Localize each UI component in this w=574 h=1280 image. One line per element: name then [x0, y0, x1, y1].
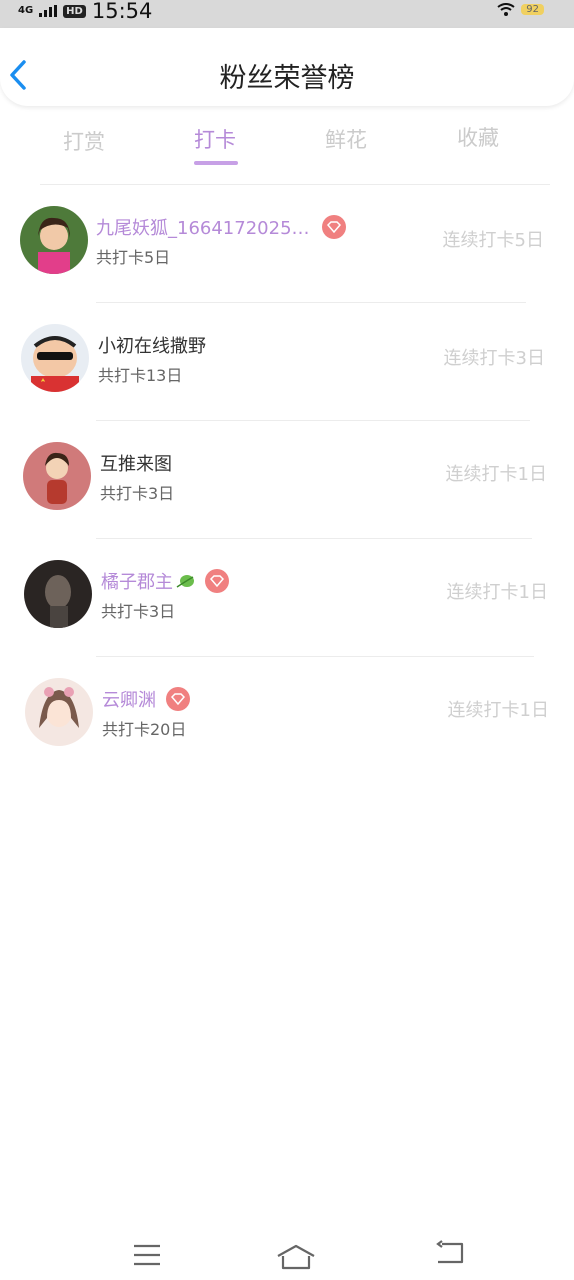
status-right: 92	[497, 0, 544, 22]
diamond-icon	[321, 215, 346, 239]
streak-checkins: 连续打卡1日	[447, 700, 549, 721]
avatar[interactable]	[23, 442, 91, 510]
avatar[interactable]	[24, 560, 92, 628]
back-icon[interactable]	[434, 1240, 466, 1266]
avatar[interactable]	[25, 678, 93, 746]
diamond-icon	[166, 687, 190, 711]
wifi-icon	[497, 2, 515, 16]
menu-icon[interactable]	[132, 1242, 162, 1268]
tab-active-underline	[194, 161, 238, 165]
fan-name[interactable]: 橘子郡主	[101, 568, 229, 594]
list-item[interactable]: 互推来图 共打卡3日 连续打卡1日	[0, 422, 574, 538]
list-item[interactable]: 云卿渊 共打卡20日 连续打卡1日	[0, 658, 574, 774]
tab-flowers[interactable]: 鲜花	[301, 124, 391, 154]
battery-indicator: 92	[521, 3, 544, 15]
divider	[96, 656, 534, 657]
clock: 15:54	[91, 0, 153, 23]
fan-name-text: 互推来图	[100, 454, 172, 475]
list-item[interactable]: 小初在线撒野 共打卡13日 连续打卡3日	[0, 304, 574, 420]
streak-checkins: 连续打卡1日	[445, 464, 547, 485]
avatar[interactable]	[21, 324, 89, 392]
header: 粉丝荣誉榜	[0, 28, 574, 106]
network-indicator: 4G	[18, 5, 34, 16]
list-item[interactable]: 橘子郡主 共打卡3日 连续打卡1日	[0, 540, 574, 656]
fan-name-text: 九尾妖狐_1664172025…	[96, 218, 310, 239]
page-title: 粉丝荣誉榜	[219, 63, 355, 94]
divider	[40, 184, 550, 185]
streak-checkins: 连续打卡1日	[446, 582, 548, 603]
fan-name-text: 橘子郡主	[101, 572, 173, 593]
fan-name-text: 小初在线撒野	[98, 336, 206, 357]
avatar[interactable]	[20, 206, 88, 274]
status-left: 4G HD 15:54	[18, 0, 152, 26]
divider	[96, 538, 532, 539]
diamond-icon	[205, 569, 229, 593]
system-nav-bar	[0, 1238, 574, 1280]
fan-name[interactable]: 九尾妖狐_1664172025…	[96, 214, 346, 240]
divider	[96, 420, 530, 421]
total-checkins: 共打卡3日	[101, 602, 176, 621]
total-checkins: 共打卡3日	[100, 484, 175, 503]
fan-name[interactable]: 云卿渊	[102, 686, 190, 712]
tab-reward[interactable]: 打赏	[39, 126, 129, 156]
fan-name[interactable]: 互推来图	[100, 450, 172, 476]
hd-badge: HD	[63, 4, 86, 18]
total-checkins: 共打卡5日	[96, 248, 171, 267]
divider	[96, 302, 526, 303]
leaf-icon	[176, 575, 194, 588]
streak-checkins: 连续打卡5日	[442, 230, 544, 251]
list-item[interactable]: 九尾妖狐_1664172025… 共打卡5日 连续打卡5日	[0, 186, 574, 302]
tab-favorites[interactable]: 收藏	[433, 122, 523, 152]
status-bar: 4G HD 15:54 92	[0, 0, 574, 30]
fan-name[interactable]: 小初在线撒野	[98, 332, 206, 358]
streak-checkins: 连续打卡3日	[443, 348, 545, 369]
signal-icon	[39, 5, 58, 17]
fan-name-text: 云卿渊	[102, 690, 156, 711]
total-checkins: 共打卡13日	[98, 366, 183, 385]
tab-bar: 打赏 打卡 鲜花 收藏	[0, 118, 574, 178]
tab-checkin[interactable]: 打卡	[170, 124, 260, 154]
total-checkins: 共打卡20日	[102, 720, 187, 739]
home-icon[interactable]	[276, 1244, 316, 1270]
